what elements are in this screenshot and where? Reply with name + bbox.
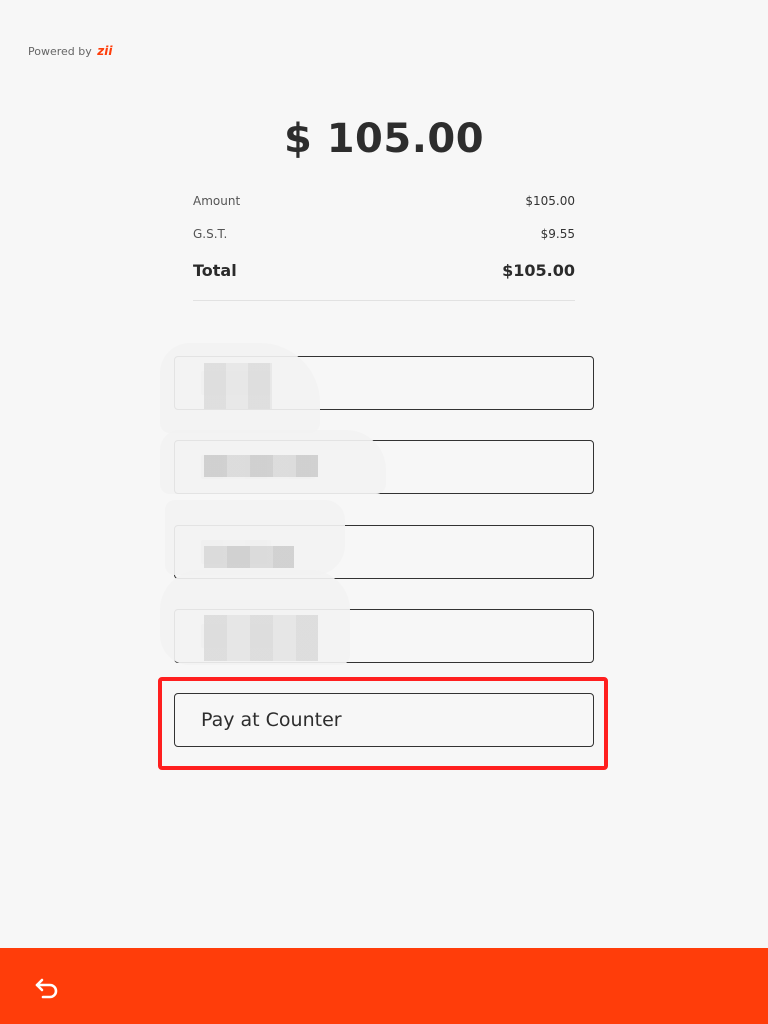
redacted-tile: [204, 615, 318, 661]
amount-value: $105.00: [525, 194, 575, 208]
amount-label: Amount: [193, 194, 241, 208]
powered-by-text: Powered by: [28, 45, 92, 58]
redacted-tile: [204, 363, 272, 409]
redacted-tile: [204, 546, 294, 568]
total-label: Total: [193, 260, 237, 280]
summary-row-gst: G.S.T. $9.55: [193, 223, 575, 245]
back-button[interactable]: [30, 970, 64, 1004]
payment-screen: Powered by zii $ 105.00 Amount $105.00 G…: [0, 0, 768, 1024]
undo-arrow-icon: [35, 978, 58, 999]
gst-label: G.S.T.: [193, 227, 228, 241]
summary-row-total: Total $105.00: [193, 256, 575, 284]
payment-amount-heading: $ 105.00: [283, 116, 485, 162]
payment-summary: Amount $105.00 G.S.T. $9.55 Total $105.0…: [193, 190, 575, 284]
total-value: $105.00: [502, 260, 575, 280]
summary-row-amount: Amount $105.00: [193, 190, 575, 212]
footer-bar: [0, 948, 768, 1024]
pay-at-counter-label: Pay at Counter: [201, 709, 342, 731]
gst-value: $9.55: [540, 227, 575, 241]
summary-divider: [193, 300, 575, 301]
zii-logo: zii: [97, 44, 113, 58]
pay-at-counter-button[interactable]: Pay at Counter: [174, 693, 594, 747]
redacted-tile: [204, 455, 318, 477]
powered-by-label: Powered by zii: [28, 44, 112, 58]
